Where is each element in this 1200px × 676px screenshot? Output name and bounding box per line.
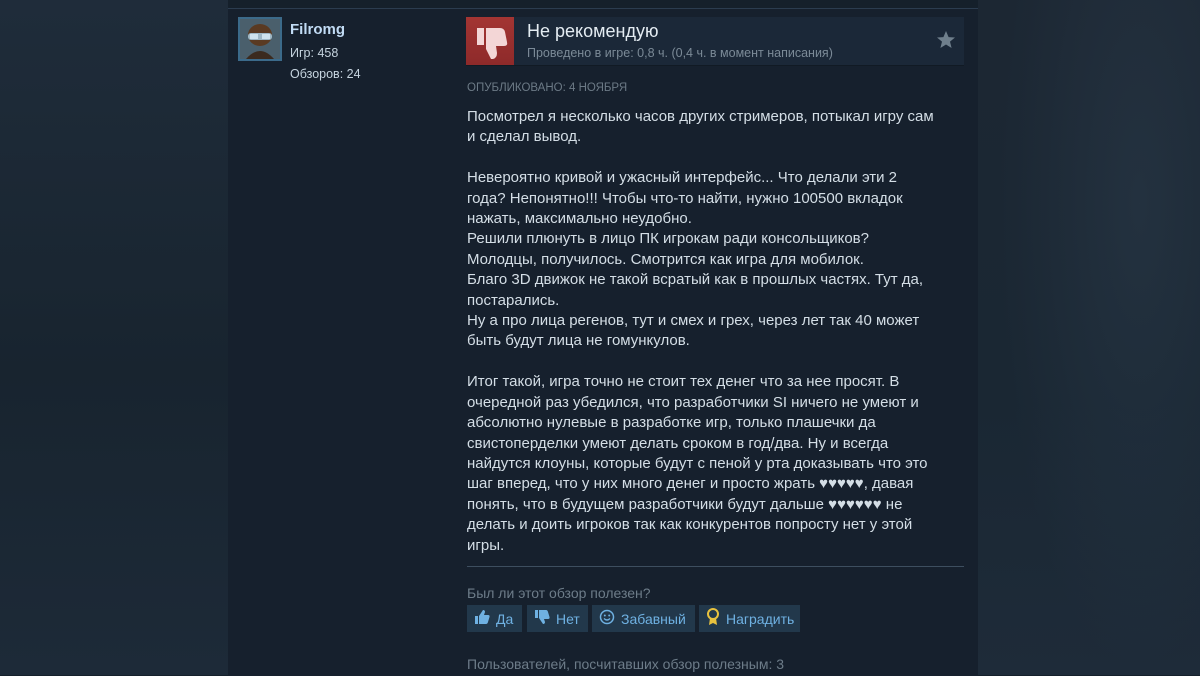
award-label: Наградить bbox=[726, 610, 795, 627]
vote-no-button[interactable]: Нет bbox=[527, 605, 588, 632]
smiley-icon bbox=[599, 609, 615, 628]
vote-yes-button[interactable]: Да bbox=[467, 605, 522, 632]
thumbs-down-icon bbox=[534, 609, 550, 628]
user-games-count[interactable]: Игр: 458 bbox=[290, 46, 338, 60]
vote-funny-button[interactable]: Забавный bbox=[592, 605, 695, 632]
review-body: Посмотрел я несколько часов других стрим… bbox=[467, 108, 934, 554]
award-icon bbox=[706, 608, 720, 629]
helpful-count: Пользователей, посчитавших обзор полезны… bbox=[467, 656, 785, 672]
award-button[interactable]: Наградить bbox=[699, 605, 800, 632]
review-panel: Filromg Игр: 458 Обзоров: 24 Не рекоменд… bbox=[228, 8, 978, 676]
user-avatar[interactable] bbox=[238, 17, 282, 61]
star-icon[interactable] bbox=[936, 30, 956, 50]
vote-funny-label: Забавный bbox=[621, 610, 686, 627]
avatar-image bbox=[240, 19, 280, 59]
user-reviews-count[interactable]: Обзоров: 24 bbox=[290, 67, 361, 81]
thumbs-up-icon bbox=[474, 609, 490, 628]
verdict-header: Не рекомендую Проведено в игре: 0,8 ч. (… bbox=[466, 17, 964, 66]
background-right bbox=[978, 0, 1200, 675]
thumbs-down-icon bbox=[466, 17, 514, 65]
vote-yes-label: Да bbox=[496, 610, 514, 627]
vote-no-label: Нет bbox=[556, 610, 580, 627]
verdict-title: Не рекомендую bbox=[527, 21, 659, 41]
divider bbox=[467, 566, 964, 567]
helpful-question: Был ли этот обзор полезен? bbox=[467, 585, 651, 601]
playtime: Проведено в игре: 0,8 ч. (0,4 ч. в момен… bbox=[527, 46, 833, 60]
username[interactable]: Filromg bbox=[290, 21, 345, 38]
background-left bbox=[0, 0, 228, 675]
posted-date: ОПУБЛИКОВАНО: 4 НОЯБРЯ bbox=[467, 82, 628, 94]
